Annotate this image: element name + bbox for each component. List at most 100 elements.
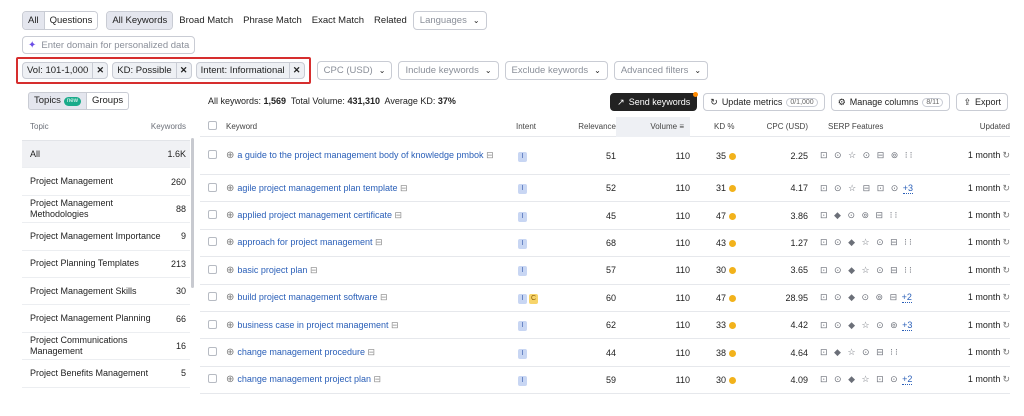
row-checkbox[interactable] bbox=[208, 319, 217, 329]
sidebar-item-topic[interactable]: Project Management Methodologies 88 bbox=[22, 196, 190, 224]
serp-more-link[interactable]: +2 bbox=[901, 292, 912, 304]
row-checkbox[interactable] bbox=[208, 150, 217, 159]
refresh-icon[interactable]: ↻ bbox=[1002, 374, 1010, 384]
serp-snapshot-icon[interactable]: ⊟ bbox=[368, 347, 376, 357]
refresh-icon[interactable]: ↻ bbox=[1002, 183, 1010, 193]
add-to-list-icon[interactable]: ⊕ bbox=[226, 264, 234, 277]
cpc-cell: 4.64 bbox=[790, 347, 808, 358]
add-to-list-icon[interactable]: ⊕ bbox=[226, 209, 234, 222]
updated-column-header[interactable]: Updated bbox=[928, 122, 1010, 131]
row-checkbox[interactable] bbox=[208, 374, 217, 384]
serp-snapshot-icon[interactable]: ⊟ bbox=[391, 320, 399, 330]
serp-snapshot-icon[interactable]: ⊟ bbox=[310, 265, 318, 275]
keyword-link[interactable]: change management procedure ⊟ bbox=[237, 346, 375, 359]
sidebar-item-topic[interactable]: Project Management Planning 66 bbox=[22, 305, 190, 333]
refresh-icon[interactable]: ↻ bbox=[1002, 237, 1010, 247]
manage-columns-button[interactable]: ⚙ Manage columns 8/11 bbox=[830, 93, 951, 111]
keyword-link[interactable]: a guide to the project management body o… bbox=[237, 149, 493, 162]
tab-topics[interactable]: Topics new bbox=[28, 92, 87, 110]
close-icon[interactable]: ✕ bbox=[288, 63, 304, 78]
match-phrase-button[interactable]: Phrase Match bbox=[239, 11, 306, 30]
add-to-list-icon[interactable]: ⊕ bbox=[226, 182, 234, 195]
filter-chip-kd[interactable]: KD: Possible ✕ bbox=[112, 62, 192, 79]
keyword-link[interactable]: agile project management plan template ⊟ bbox=[237, 182, 407, 195]
serp-more-link[interactable]: +3 bbox=[902, 182, 914, 194]
keyword-link[interactable]: change management project plan ⊟ bbox=[237, 373, 381, 386]
sidebar-item-topic[interactable]: Project Management Importance 9 bbox=[22, 223, 190, 251]
exclude-keywords-dropdown[interactable]: Exclude keywords ⌄ bbox=[504, 61, 608, 80]
table-row: ⊕ business case in project management ⊟ I 6… bbox=[200, 312, 1010, 340]
refresh-icon[interactable]: ↻ bbox=[1002, 210, 1010, 220]
match-broad-button[interactable]: Broad Match bbox=[175, 11, 237, 30]
add-to-list-icon[interactable]: ⊕ bbox=[226, 291, 234, 304]
volume-column-header[interactable]: Volume ≡ bbox=[616, 116, 690, 137]
include-keywords-dropdown[interactable]: Include keywords ⌄ bbox=[398, 61, 499, 80]
row-checkbox[interactable] bbox=[208, 237, 217, 247]
refresh-icon[interactable]: ↻ bbox=[1002, 347, 1010, 357]
row-checkbox[interactable] bbox=[208, 347, 217, 357]
filter-chip-intent[interactable]: Intent: Informational ✕ bbox=[195, 62, 305, 79]
send-keywords-button[interactable]: ↗ Send keywords bbox=[610, 92, 699, 111]
serp-snapshot-icon[interactable]: ⊟ bbox=[400, 183, 408, 193]
refresh-icon[interactable]: ↻ bbox=[1002, 265, 1010, 275]
mode-questions-button[interactable]: Questions bbox=[44, 11, 98, 29]
update-metrics-button[interactable]: ↻ Update metrics 0/1,000 bbox=[703, 93, 825, 111]
domain-input[interactable]: ✦ Enter domain for personalized data bbox=[22, 36, 196, 54]
keyword-cell: ⊕ approach for project management ⊟ bbox=[226, 236, 516, 249]
serp-snapshot-icon[interactable]: ⊟ bbox=[486, 150, 494, 160]
sidebar-item-topic[interactable]: Project Management Skills 30 bbox=[22, 278, 190, 306]
serp-snapshot-icon[interactable]: ⊟ bbox=[395, 210, 403, 220]
serp-feature-icons: ⊡ ⊙ ◆ ☆ ⊙ ⊟ ⁝⁝ bbox=[820, 237, 914, 248]
sidebar-item-topic[interactable]: Project Management 260 bbox=[22, 168, 190, 196]
keyword-link[interactable]: business case in project management ⊟ bbox=[237, 319, 398, 332]
share-icon: ↗ bbox=[617, 96, 625, 107]
refresh-icon[interactable]: ↻ bbox=[1002, 292, 1010, 302]
sidebar-item-all[interactable]: All 1.6K bbox=[22, 141, 190, 169]
match-related-button[interactable]: Related bbox=[370, 11, 411, 30]
intent-column-header[interactable]: Intent bbox=[516, 122, 556, 131]
serp-snapshot-icon[interactable]: ⊟ bbox=[375, 237, 383, 247]
add-to-list-icon[interactable]: ⊕ bbox=[226, 373, 234, 386]
row-checkbox[interactable] bbox=[208, 292, 217, 302]
kd-column-header[interactable]: KD % bbox=[690, 122, 744, 131]
close-icon[interactable]: ✕ bbox=[92, 63, 107, 78]
volume-cell: 110 bbox=[675, 265, 690, 276]
advanced-filters-dropdown[interactable]: Advanced filters ⌄ bbox=[613, 61, 709, 80]
serp-snapshot-icon[interactable]: ⊟ bbox=[374, 374, 382, 384]
row-checkbox[interactable] bbox=[208, 182, 217, 192]
cpc-dropdown[interactable]: CPC (USD) ⌄ bbox=[316, 61, 393, 80]
relevance-column-header[interactable]: Relevance bbox=[556, 122, 616, 131]
keyword-link[interactable]: basic project plan ⊟ bbox=[237, 264, 317, 277]
serp-more-link[interactable]: +3 bbox=[902, 319, 913, 331]
tab-groups[interactable]: Groups bbox=[86, 92, 130, 110]
sidebar-item-topic[interactable]: Project Benefits Management 5 bbox=[22, 360, 190, 388]
filter-chip-volume[interactable]: Vol: 101-1,000 ✕ bbox=[22, 62, 109, 79]
refresh-icon[interactable]: ↻ bbox=[1002, 320, 1010, 330]
keyword-link[interactable]: applied project management certificate ⊟ bbox=[237, 209, 402, 222]
keyword-link[interactable]: build project management software ⊟ bbox=[237, 291, 387, 304]
add-to-list-icon[interactable]: ⊕ bbox=[226, 149, 234, 162]
select-all-checkbox[interactable] bbox=[208, 121, 217, 130]
row-checkbox[interactable] bbox=[208, 210, 217, 220]
mode-all-button[interactable]: All bbox=[23, 11, 45, 29]
serp-column-header[interactable]: SERP Features bbox=[808, 122, 928, 131]
updated-text: 1 month bbox=[967, 264, 1001, 275]
sidebar-item-topic[interactable]: Project Communications Management 16 bbox=[22, 333, 190, 361]
cpc-column-header[interactable]: CPC (USD) bbox=[744, 122, 808, 131]
keyword-column-header[interactable]: Keyword bbox=[226, 122, 516, 131]
row-checkbox[interactable] bbox=[208, 264, 217, 274]
export-button[interactable]: ⇪ Export bbox=[956, 93, 1008, 111]
sidebar-item-topic[interactable]: Project Planning Templates 213 bbox=[22, 251, 190, 278]
add-to-list-icon[interactable]: ⊕ bbox=[226, 346, 234, 359]
serp-more-link[interactable]: +2 bbox=[902, 374, 913, 386]
sidebar-scrollbar[interactable] bbox=[191, 138, 194, 288]
languages-dropdown[interactable]: Languages ⌄ bbox=[412, 10, 487, 30]
keyword-link[interactable]: approach for project management ⊟ bbox=[237, 236, 382, 249]
close-icon[interactable]: ✕ bbox=[175, 63, 191, 78]
serp-snapshot-icon[interactable]: ⊟ bbox=[380, 292, 388, 302]
add-to-list-icon[interactable]: ⊕ bbox=[226, 319, 234, 332]
refresh-icon[interactable]: ↻ bbox=[1002, 150, 1010, 160]
add-to-list-icon[interactable]: ⊕ bbox=[226, 236, 234, 249]
match-exact-button[interactable]: Exact Match bbox=[308, 11, 368, 30]
match-all-keywords-button[interactable]: All Keywords bbox=[107, 11, 173, 29]
